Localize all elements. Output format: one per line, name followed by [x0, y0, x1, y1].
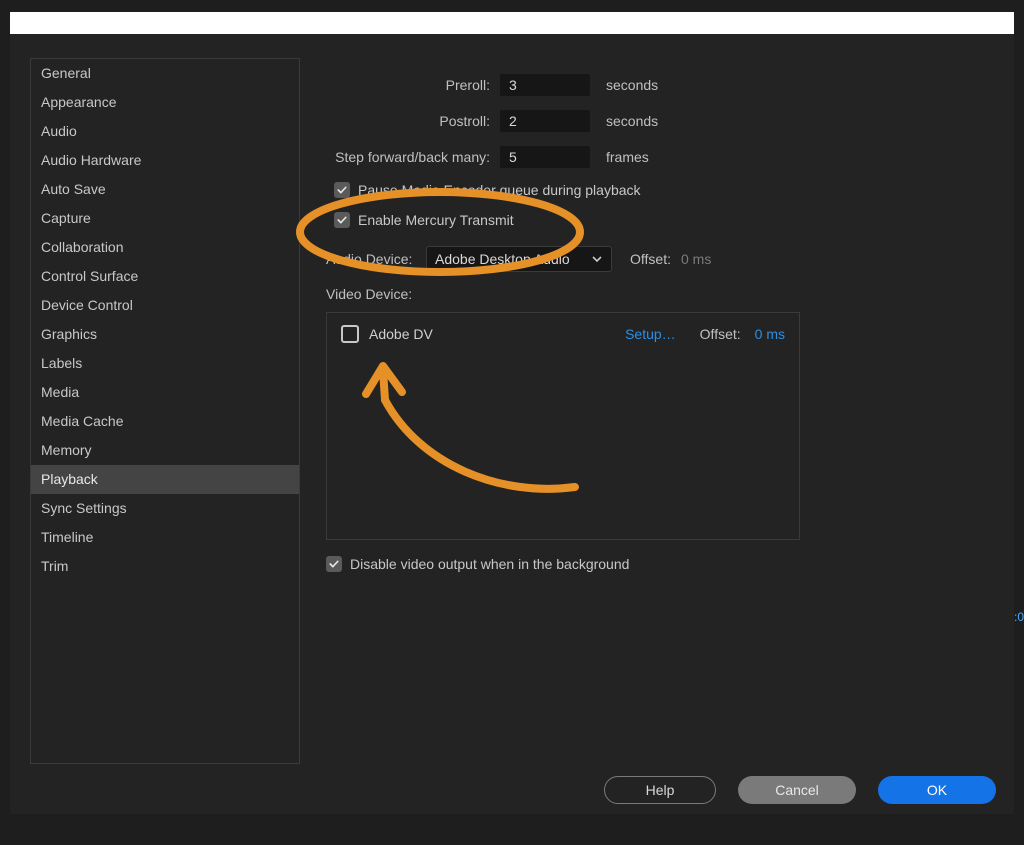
- sidebar-item-audio[interactable]: Audio: [31, 117, 299, 146]
- playback-panel: Preroll: seconds Postroll: seconds Step …: [320, 74, 1000, 572]
- audio-device-select[interactable]: Adobe Desktop Audio: [426, 246, 612, 272]
- postroll-unit: seconds: [606, 113, 658, 129]
- video-device-row: Adobe DV Setup… Offset: 0 ms: [341, 325, 785, 343]
- background-timecode-hint: :0: [1014, 610, 1024, 630]
- window-title-bar: [10, 12, 1014, 34]
- sidebar-item-memory[interactable]: Memory: [31, 436, 299, 465]
- sidebar-item-device-control[interactable]: Device Control: [31, 291, 299, 320]
- sidebar-item-media[interactable]: Media: [31, 378, 299, 407]
- preroll-unit: seconds: [606, 77, 658, 93]
- postroll-label: Postroll:: [320, 113, 490, 129]
- preroll-row: Preroll: seconds: [320, 74, 1000, 96]
- checkmark-icon: [336, 214, 348, 226]
- step-label: Step forward/back many:: [320, 149, 490, 165]
- step-unit: frames: [606, 149, 649, 165]
- disable-bg-output-row: Disable video output when in the backgro…: [326, 556, 1000, 572]
- dialog-button-bar: Help Cancel OK: [604, 776, 996, 804]
- disable-bg-output-checkbox[interactable]: [326, 556, 342, 572]
- pause-encoder-label: Pause Media Encoder queue during playbac…: [358, 182, 641, 198]
- mercury-transmit-checkbox[interactable]: [334, 212, 350, 228]
- sidebar-item-labels[interactable]: Labels: [31, 349, 299, 378]
- sidebar-item-playback[interactable]: Playback: [31, 465, 299, 494]
- pause-encoder-checkbox[interactable]: [334, 182, 350, 198]
- adobe-dv-checkbox[interactable]: [341, 325, 359, 343]
- sidebar-item-media-cache[interactable]: Media Cache: [31, 407, 299, 436]
- postroll-row: Postroll: seconds: [320, 110, 1000, 132]
- video-device-setup-link[interactable]: Setup…: [625, 326, 676, 342]
- help-button[interactable]: Help: [604, 776, 716, 804]
- preroll-input[interactable]: [500, 74, 590, 96]
- audio-device-value: Adobe Desktop Audio: [435, 251, 570, 267]
- video-device-offset-value[interactable]: 0 ms: [755, 326, 785, 342]
- step-row: Step forward/back many: frames: [320, 146, 1000, 168]
- checkmark-icon: [336, 184, 348, 196]
- mercury-transmit-label: Enable Mercury Transmit: [358, 212, 514, 228]
- sidebar-item-control-surface[interactable]: Control Surface: [31, 262, 299, 291]
- sidebar-item-sync-settings[interactable]: Sync Settings: [31, 494, 299, 523]
- sidebar-item-trim[interactable]: Trim: [31, 552, 299, 581]
- preferences-dialog: General Appearance Audio Audio Hardware …: [10, 34, 1014, 814]
- video-device-offset-label: Offset:: [700, 326, 741, 342]
- sidebar-item-collaboration[interactable]: Collaboration: [31, 233, 299, 262]
- audio-device-row: Audio Device: Adobe Desktop Audio Offset…: [326, 246, 1000, 272]
- mercury-transmit-row: Enable Mercury Transmit: [334, 212, 1000, 228]
- cancel-button[interactable]: Cancel: [738, 776, 856, 804]
- pause-encoder-row: Pause Media Encoder queue during playbac…: [334, 182, 1000, 198]
- sidebar-item-timeline[interactable]: Timeline: [31, 523, 299, 552]
- sidebar-item-audio-hardware[interactable]: Audio Hardware: [31, 146, 299, 175]
- ok-button[interactable]: OK: [878, 776, 996, 804]
- postroll-input[interactable]: [500, 110, 590, 132]
- step-input[interactable]: [500, 146, 590, 168]
- sidebar-item-general[interactable]: General: [31, 59, 299, 88]
- video-device-name: Adobe DV: [369, 326, 625, 342]
- audio-offset-label: Offset:: [630, 251, 671, 267]
- disable-bg-output-label: Disable video output when in the backgro…: [350, 556, 629, 572]
- preroll-label: Preroll:: [320, 77, 490, 93]
- sidebar-item-auto-save[interactable]: Auto Save: [31, 175, 299, 204]
- sidebar-item-appearance[interactable]: Appearance: [31, 88, 299, 117]
- video-device-list: Adobe DV Setup… Offset: 0 ms: [326, 312, 800, 540]
- sidebar-item-graphics[interactable]: Graphics: [31, 320, 299, 349]
- sidebar-item-capture[interactable]: Capture: [31, 204, 299, 233]
- preferences-sidebar: General Appearance Audio Audio Hardware …: [30, 58, 300, 764]
- video-device-label: Video Device:: [326, 286, 1000, 302]
- audio-device-label: Audio Device:: [326, 251, 420, 267]
- checkmark-icon: [328, 558, 340, 570]
- chevron-down-icon: [591, 253, 603, 265]
- audio-offset-value[interactable]: 0 ms: [681, 251, 711, 267]
